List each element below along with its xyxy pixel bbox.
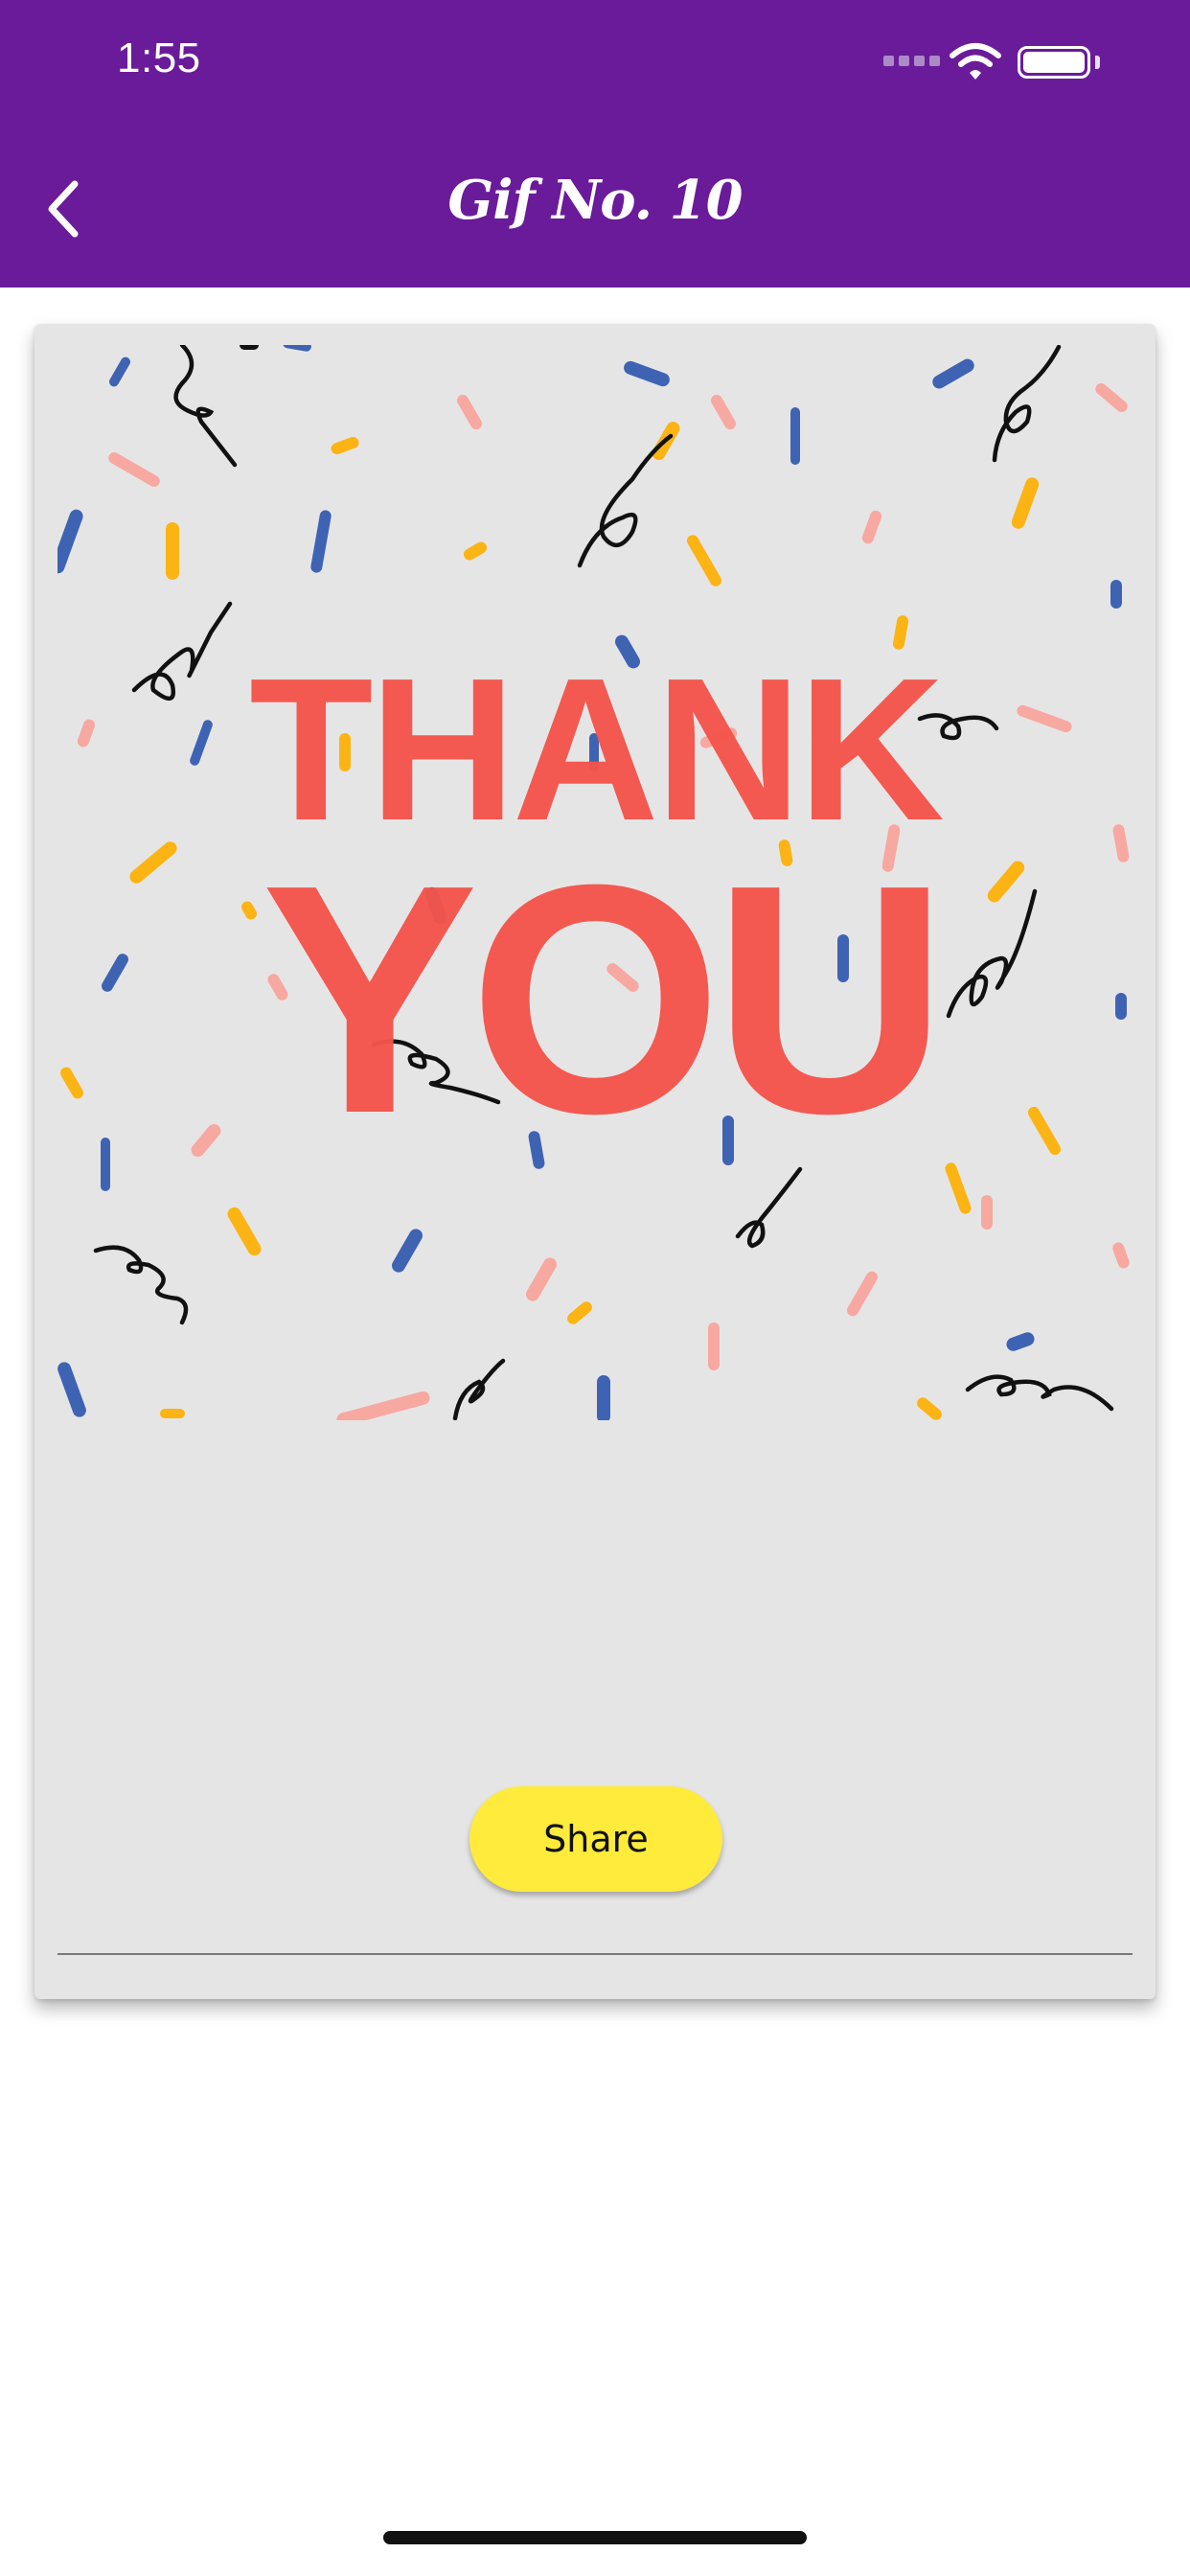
signal-icon (883, 56, 941, 69)
confetti-piece (101, 1138, 110, 1191)
confetti-piece (166, 522, 179, 580)
battery-icon (1018, 46, 1090, 79)
confetti-piece (240, 345, 259, 350)
confetti-piece (981, 1195, 993, 1230)
page-title: Gif No. 10 (447, 169, 743, 232)
gif-card: THANK YOU Share (34, 324, 1156, 1999)
app-bar: 1:55 Gif No. 10 (0, 0, 1190, 288)
confetti-piece (1110, 580, 1122, 609)
confetti-piece (597, 1375, 610, 1420)
gif-text-you: YOU (262, 817, 939, 1182)
confetti-piece (708, 1322, 720, 1370)
confetti-piece (1115, 993, 1127, 1020)
home-indicator (383, 2531, 807, 2544)
confetti-piece (790, 407, 800, 465)
confetti-piece (160, 1409, 185, 1418)
share-button[interactable]: Share (469, 1786, 722, 1892)
wifi-icon (950, 43, 1001, 80)
status-icons (883, 42, 1133, 84)
card-divider (57, 1953, 1133, 1955)
status-time: 1:55 (117, 34, 201, 81)
gif-image: THANK YOU (57, 345, 1133, 1420)
